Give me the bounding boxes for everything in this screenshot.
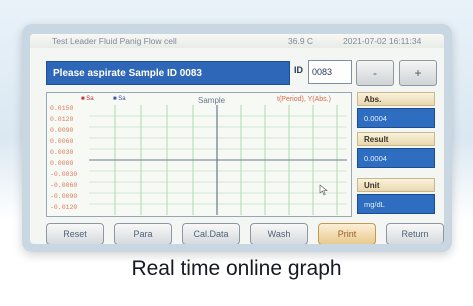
result-label: Result <box>357 132 435 146</box>
wash-button[interactable]: Wash <box>250 223 308 244</box>
reset-button[interactable]: Reset <box>46 223 104 244</box>
legend-series-2-label: Sa <box>118 96 126 102</box>
y-tick-label: 0.0150 <box>50 105 74 112</box>
y-tick-label: -0.0120 <box>50 204 78 211</box>
print-button[interactable]: Print <box>318 223 376 244</box>
y-tick-label: 0.0090 <box>50 127 74 134</box>
return-button[interactable]: Return <box>386 223 444 244</box>
function-bar: Reset Para Cal.Data Wash Print Return <box>30 222 444 244</box>
device-screen: Test Leader Fluid Panig Flow cell 36.9 C… <box>30 34 444 244</box>
status-bar: Test Leader Fluid Panig Flow cell 36.9 C… <box>30 34 444 48</box>
y-tick-label: 0.0000 <box>50 160 74 167</box>
legend-series-1: ■ Sa <box>81 96 94 102</box>
decrement-button[interactable]: - <box>356 60 394 86</box>
status-title: Test Leader Fluid Panig Flow cell <box>52 36 177 46</box>
sample-id-field[interactable]: 0083 <box>308 60 352 84</box>
abs-value: 0.0004 <box>357 108 435 128</box>
legend-series-2: ■ Sa <box>113 96 126 102</box>
y-tick-label: -0.0060 <box>50 182 78 189</box>
legend-series-1-label: Sa <box>86 96 94 102</box>
y-tick-label: -0.0030 <box>50 171 78 178</box>
status-temperature: 36.9 C <box>288 36 314 46</box>
unit-value: mg/dL <box>357 194 435 214</box>
caption: Real time online graph <box>131 257 342 280</box>
sample-id-label: ID <box>294 65 303 75</box>
cal-data-button[interactable]: Cal.Data <box>182 223 240 244</box>
abs-label: Abs. <box>357 92 435 106</box>
unit-label: Unit <box>357 178 435 192</box>
y-tick-label: -0.0090 <box>50 193 78 200</box>
para-button[interactable]: Para <box>114 223 172 244</box>
realtime-graph: ■ Sa ■ Sa Sample t(Period), Y(Abs.) 0.01… <box>46 92 352 217</box>
graph-units: t(Period), Y(Abs.) <box>277 96 331 103</box>
increment-button[interactable]: + <box>399 60 437 86</box>
result-value: 0.0004 <box>357 148 435 168</box>
y-tick-label: 0.0030 <box>50 149 74 156</box>
graph-title: Sample <box>198 96 226 105</box>
status-datetime: 2021-07-02 16:11:34 <box>343 36 422 46</box>
aspirate-prompt: Please aspirate Sample ID 0083 <box>46 61 290 85</box>
y-tick-label: 0.0120 <box>50 116 74 123</box>
y-tick-label: 0.0060 <box>50 138 74 145</box>
plot-area <box>89 105 347 215</box>
